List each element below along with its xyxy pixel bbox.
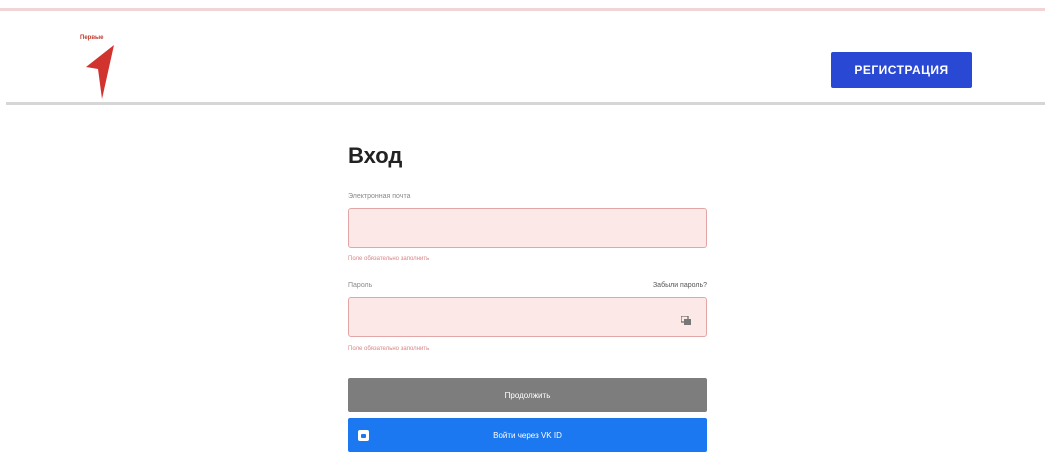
email-label: Электронная почта [348,193,411,200]
forgot-password-link[interactable]: Забыли пароль? [653,282,707,289]
logo[interactable]: Первые [80,35,124,101]
header: Первые РЕГИСТРАЦИЯ [0,11,1045,103]
password-field[interactable] [348,297,707,337]
logo-arrow-icon [86,45,114,99]
vk-login-button[interactable]: Войти через VK ID [348,418,707,452]
password-label: Пароль [348,282,373,289]
register-button[interactable]: РЕГИСТРАЦИЯ [831,52,972,88]
email-error: Поле обязательно заполнить [348,256,430,262]
password-error: Поле обязательно заполнить [348,346,430,352]
vk-login-label: Войти через VK ID [493,430,562,440]
page-title: Вход [348,143,403,168]
continue-button[interactable]: Продолжить [348,378,707,412]
logo-text: Первые [80,35,104,41]
vk-icon [358,430,369,441]
email-field[interactable] [348,208,707,248]
header-divider [6,102,1045,105]
show-password-icon[interactable] [680,312,691,325]
